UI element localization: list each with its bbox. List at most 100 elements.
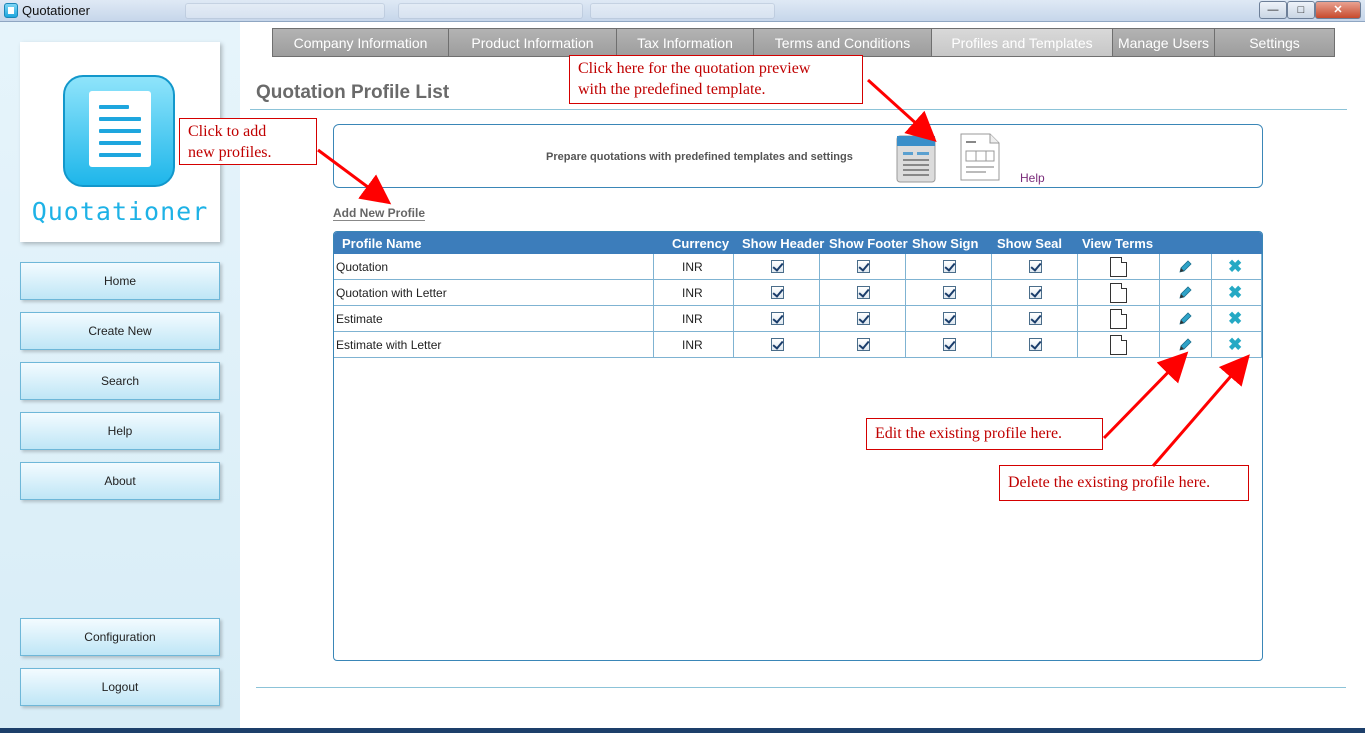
tab-tax-information[interactable]: Tax Information — [617, 28, 754, 57]
app-icon — [4, 3, 18, 18]
checkbox[interactable] — [856, 312, 870, 325]
table-cell — [734, 280, 820, 305]
home-button[interactable]: Home — [20, 262, 220, 300]
view-terms-icon[interactable] — [1110, 309, 1127, 329]
background-window-tab — [590, 3, 775, 19]
view-terms-icon[interactable] — [1110, 283, 1127, 303]
taskbar — [0, 728, 1365, 733]
profile-grid: Profile Name Currency Show Header Show F… — [333, 231, 1263, 661]
callout-text: with the predefined template. — [578, 81, 766, 98]
table-cell: Estimate with Letter — [334, 332, 654, 357]
preview-callout: Click here for the quotation preview wit… — [569, 55, 863, 104]
checkbox[interactable] — [770, 338, 784, 351]
window-title: Quotationer — [22, 3, 90, 18]
minimize-button[interactable]: — — [1259, 1, 1287, 19]
checkbox[interactable] — [942, 260, 956, 273]
table-cell: Quotation with Letter — [334, 280, 654, 305]
maximize-button[interactable]: □ — [1287, 1, 1315, 19]
create-new-button[interactable]: Create New — [20, 312, 220, 350]
table-cell — [906, 332, 992, 357]
column-header: Show Footer — [829, 236, 908, 251]
table-cell — [820, 332, 906, 357]
edit-pencil-icon[interactable] — [1178, 337, 1193, 352]
help-link[interactable]: Help — [1020, 171, 1045, 185]
table-cell: Estimate — [334, 306, 654, 331]
delete-x-icon[interactable]: ✖ — [1228, 335, 1242, 355]
close-button[interactable]: ✕ — [1315, 1, 1361, 19]
grid-header: Profile Name Currency Show Header Show F… — [334, 232, 1262, 254]
table-cell: INR — [654, 280, 734, 305]
table-cell — [906, 254, 992, 279]
table-cell — [1160, 332, 1212, 357]
profile-name: Quotation with Letter — [336, 286, 447, 300]
configuration-button[interactable]: Configuration — [20, 618, 220, 656]
profile-name: Estimate — [336, 312, 383, 326]
checkbox[interactable] — [942, 312, 956, 325]
currency: INR — [682, 260, 703, 274]
view-terms-icon[interactable] — [1110, 257, 1127, 277]
checkbox[interactable] — [942, 286, 956, 299]
table-cell: ✖ — [1212, 332, 1262, 357]
checkbox[interactable] — [856, 286, 870, 299]
table-cell: INR — [654, 306, 734, 331]
logout-button[interactable]: Logout — [20, 668, 220, 706]
checkbox[interactable] — [1028, 260, 1042, 273]
checkbox[interactable] — [856, 338, 870, 351]
table-cell — [1078, 280, 1160, 305]
checkbox[interactable] — [1028, 312, 1042, 325]
tab-settings[interactable]: Settings — [1215, 28, 1335, 57]
table-row: Quotation INR ✖ — [334, 254, 1262, 280]
table-cell — [906, 306, 992, 331]
delete-x-icon[interactable]: ✖ — [1228, 283, 1242, 303]
tab-company-information[interactable]: Company Information — [272, 28, 449, 57]
about-button[interactable]: About — [20, 462, 220, 500]
search-button[interactable]: Search — [20, 362, 220, 400]
logo-text: Quotationer — [31, 197, 209, 226]
help-button[interactable]: Help — [20, 412, 220, 450]
add-profile-callout: Click to add new profiles. — [179, 118, 317, 165]
table-row: Estimate with Letter INR ✖ — [334, 332, 1262, 358]
table-cell — [734, 332, 820, 357]
checkbox[interactable] — [770, 312, 784, 325]
table-row: Estimate INR ✖ — [334, 306, 1262, 332]
tab-manage-users[interactable]: Manage Users — [1113, 28, 1215, 57]
checkbox[interactable] — [942, 338, 956, 351]
checkbox[interactable] — [770, 286, 784, 299]
column-header: Profile Name — [342, 236, 422, 251]
table-cell — [734, 254, 820, 279]
currency: INR — [682, 286, 703, 300]
column-header: Currency — [672, 236, 730, 251]
edit-pencil-icon[interactable] — [1178, 285, 1193, 300]
callout-text: new profiles. — [188, 144, 272, 161]
table-cell: ✖ — [1212, 306, 1262, 331]
add-new-profile-link[interactable]: Add New Profile — [333, 206, 426, 221]
checkbox[interactable] — [770, 260, 784, 273]
checkbox[interactable] — [1028, 338, 1042, 351]
template-document-icon[interactable] — [958, 131, 1002, 183]
table-row: Quotation with Letter INR ✖ — [334, 280, 1262, 306]
delete-x-icon[interactable]: ✖ — [1228, 257, 1242, 277]
column-header: Show Header — [742, 236, 825, 251]
table-cell — [1160, 280, 1212, 305]
edit-pencil-icon[interactable] — [1178, 259, 1193, 274]
quotation-preview-icon[interactable] — [891, 132, 941, 184]
delete-x-icon[interactable]: ✖ — [1228, 309, 1242, 329]
table-cell — [1078, 254, 1160, 279]
table-cell — [992, 332, 1078, 357]
edit-pencil-icon[interactable] — [1178, 311, 1193, 326]
checkbox[interactable] — [1028, 286, 1042, 299]
template-description: Prepare quotations with predefined templ… — [546, 151, 853, 163]
checkbox[interactable] — [856, 260, 870, 273]
table-cell — [1078, 306, 1160, 331]
table-cell — [992, 280, 1078, 305]
view-terms-icon[interactable] — [1110, 335, 1127, 355]
background-window-tab — [185, 3, 385, 19]
tab-profiles-and-templates[interactable]: Profiles and Templates — [932, 28, 1113, 57]
column-header: View Terms — [1082, 236, 1154, 251]
tab-terms-and-conditions[interactable]: Terms and Conditions — [754, 28, 932, 57]
background-window-tab — [398, 3, 583, 19]
callout-text: Click to add — [188, 123, 267, 140]
column-header: Show Seal — [997, 236, 1063, 251]
tab-product-information[interactable]: Product Information — [449, 28, 617, 57]
table-cell — [734, 306, 820, 331]
